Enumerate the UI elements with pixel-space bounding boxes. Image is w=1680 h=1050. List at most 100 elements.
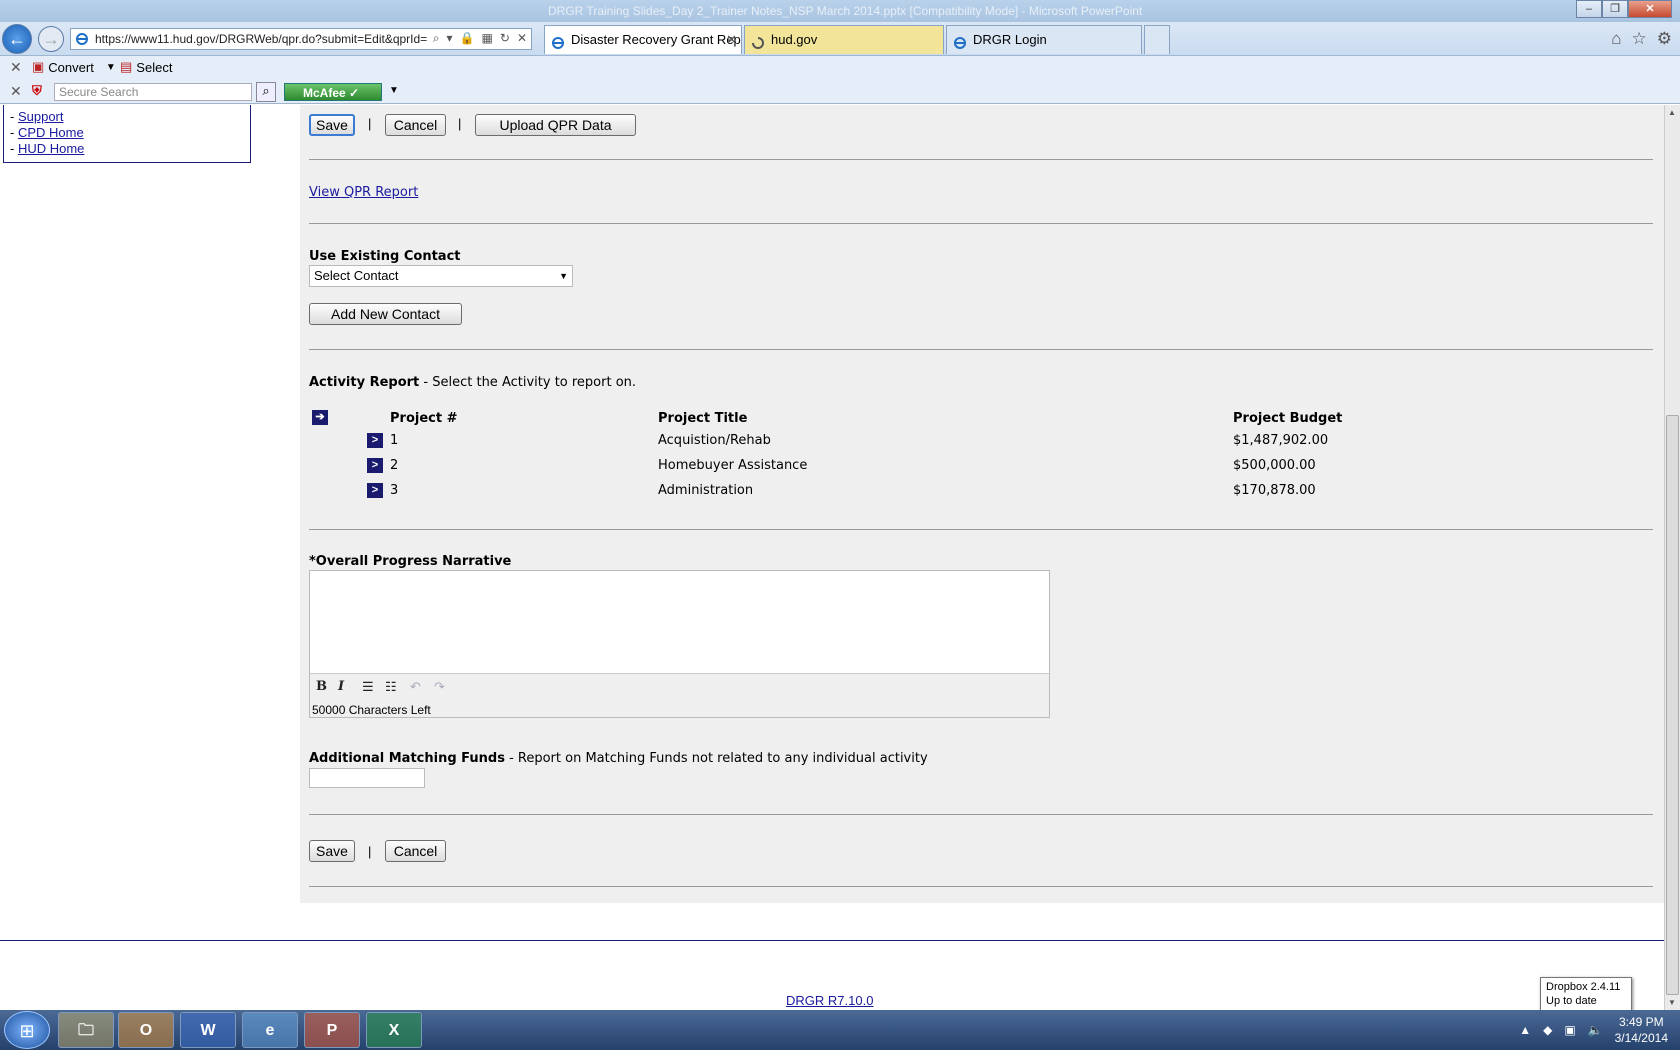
clock-date: 3/14/2014 bbox=[1614, 1031, 1668, 1045]
cancel-button-bottom[interactable]: Cancel bbox=[385, 840, 446, 862]
numbered-list-icon[interactable]: ☷ bbox=[385, 679, 397, 695]
search-icon[interactable]: ⌕ bbox=[256, 82, 276, 102]
left-nav-links: - Support - CPD Home - HUD Home bbox=[3, 105, 251, 163]
select-project-arrow-icon[interactable]: > bbox=[367, 483, 383, 498]
volume-icon[interactable]: 🔈 bbox=[1588, 1023, 1603, 1037]
back-button[interactable]: ← bbox=[2, 24, 32, 54]
scroll-down-icon[interactable]: ▼ bbox=[1668, 998, 1676, 1007]
network-icon[interactable]: ▣ bbox=[1564, 1023, 1575, 1037]
matching-funds-input[interactable] bbox=[309, 768, 425, 788]
column-project-number: Project # bbox=[390, 411, 458, 426]
footer-bar: ⌂ bbox=[0, 940, 1664, 941]
redo-icon[interactable]: ↷ bbox=[434, 679, 445, 695]
project-title: Acquistion/Rehab bbox=[658, 433, 771, 448]
window-title: DRGR Training Slides_Day 2_Trainer Notes… bbox=[548, 4, 1143, 18]
upload-qpr-data-button[interactable]: Upload QPR Data bbox=[475, 114, 636, 136]
expand-all-arrow-icon[interactable]: ➔ bbox=[312, 410, 328, 425]
project-number: 3 bbox=[390, 483, 399, 498]
excel-taskbar-icon[interactable]: X bbox=[366, 1012, 422, 1048]
minimize-button[interactable]: – bbox=[1576, 0, 1602, 18]
tooltip-line: Dropbox 2.4.11 bbox=[1546, 981, 1621, 993]
browser-icons: ⌂ ☆ ⚙ bbox=[1611, 29, 1672, 49]
editor-toolbar: B I ☰ ☷ ↶ ↷ 50000 Characters Left bbox=[310, 673, 1049, 717]
browser-nav-bar: ← → https://www11.hud.gov/DRGRWeb/qpr.do… bbox=[0, 22, 1680, 56]
tab-hud-gov[interactable]: hud.gov bbox=[744, 25, 944, 54]
pdf-select-icon: ▤ bbox=[120, 59, 133, 74]
vertical-scrollbar[interactable]: ▲ ▼ bbox=[1664, 105, 1680, 1010]
dropbox-icon[interactable]: ◆ bbox=[1543, 1023, 1552, 1037]
clock[interactable]: 3:49 PM 3/14/2014 bbox=[1615, 1014, 1668, 1046]
compatibility-icon[interactable]: ▦ bbox=[482, 31, 493, 46]
cpd-home-link[interactable]: CPD Home bbox=[18, 125, 84, 140]
project-title: Homebuyer Assistance bbox=[658, 458, 808, 473]
divider bbox=[309, 814, 1653, 815]
left-nav-item: - HUD Home bbox=[10, 141, 85, 156]
narrative-editor[interactable]: B I ☰ ☷ ↶ ↷ 50000 Characters Left bbox=[309, 570, 1050, 718]
tab-drgr-login[interactable]: DRGR Login bbox=[946, 25, 1142, 54]
home-icon[interactable]: ⌂ bbox=[1611, 29, 1621, 49]
dropdown-arrow-icon[interactable]: ▾ bbox=[447, 31, 453, 46]
contact-select[interactable]: Select Contact ▼ bbox=[309, 265, 573, 287]
save-button-top[interactable]: Save bbox=[309, 114, 355, 136]
scroll-thumb[interactable] bbox=[1666, 415, 1679, 995]
hud-home-link[interactable]: HUD Home bbox=[18, 141, 84, 156]
select-button[interactable]: ▤ Select bbox=[120, 59, 172, 75]
project-number: 1 bbox=[390, 433, 399, 448]
tab-label: Disaster Recovery Grant Rep... bbox=[571, 32, 742, 47]
refresh-icon[interactable]: ↻ bbox=[500, 31, 510, 46]
view-qpr-report-link[interactable]: View QPR Report bbox=[309, 185, 418, 200]
activity-report-instructions: - Select the Activity to report on. bbox=[419, 375, 637, 390]
favorites-star-icon[interactable]: ☆ bbox=[1632, 29, 1647, 49]
internet-explorer-taskbar-icon[interactable]: e bbox=[242, 1012, 298, 1048]
use-existing-contact-label: Use Existing Contact bbox=[309, 249, 461, 264]
scroll-up-icon[interactable]: ▲ bbox=[1668, 108, 1676, 117]
close-toolbar-icon[interactable]: ✕ bbox=[10, 83, 22, 100]
mcafee-button[interactable]: McAfee ✓ bbox=[284, 83, 382, 101]
stop-icon[interactable]: ✕ bbox=[517, 31, 527, 46]
loading-icon bbox=[751, 32, 765, 54]
select-project-arrow-icon[interactable]: > bbox=[367, 433, 383, 448]
undo-icon[interactable]: ↶ bbox=[410, 679, 421, 695]
secure-search-input[interactable]: Secure Search bbox=[54, 83, 252, 101]
select-label: Select bbox=[136, 59, 173, 75]
bulleted-list-icon[interactable]: ☰ bbox=[362, 679, 374, 695]
chevron-down-icon: ▼ bbox=[105, 61, 116, 73]
ie-tab-icon bbox=[551, 32, 565, 54]
qpr-form: Save | Cancel | Upload QPR Data View QPR… bbox=[300, 105, 1664, 903]
cancel-button-top[interactable]: Cancel bbox=[385, 114, 446, 136]
start-button[interactable]: ⊞ bbox=[4, 1011, 50, 1049]
show-hidden-icons-icon[interactable]: ▲ bbox=[1519, 1023, 1531, 1037]
overall-progress-narrative-label: *Overall Progress Narrative bbox=[309, 554, 512, 569]
lock-icon[interactable]: 🔒 bbox=[460, 31, 475, 46]
check-icon: ✓ bbox=[349, 86, 360, 100]
window-titlebar: DRGR Training Slides_Day 2_Trainer Notes… bbox=[0, 0, 1680, 22]
italic-icon[interactable]: I bbox=[338, 679, 344, 694]
convert-button[interactable]: ▣ Convert ▼ bbox=[32, 59, 116, 75]
chevron-down-icon[interactable]: ▼ bbox=[389, 85, 399, 96]
divider bbox=[309, 159, 1653, 160]
outlook-taskbar-icon[interactable]: O bbox=[118, 1012, 174, 1048]
search-icon[interactable]: ⌕ bbox=[433, 31, 440, 46]
close-toolbar-icon[interactable]: ✕ bbox=[10, 59, 22, 76]
drgr-version-link[interactable]: DRGR R7.10.0 bbox=[786, 993, 873, 1008]
close-tab-icon[interactable]: ✕ bbox=[726, 26, 737, 53]
tab-disaster-recovery[interactable]: Disaster Recovery Grant Rep... ✕ bbox=[544, 25, 742, 54]
project-budget: $1,487,902.00 bbox=[1233, 433, 1329, 448]
select-project-arrow-icon[interactable]: > bbox=[367, 458, 383, 473]
support-link[interactable]: Support bbox=[18, 109, 64, 124]
save-button-bottom[interactable]: Save bbox=[309, 840, 355, 862]
system-tray: ▲ ◆ ▣ 🔈 3:49 PM 3/14/2014 bbox=[1519, 1010, 1680, 1050]
new-tab-button[interactable] bbox=[1144, 25, 1170, 54]
restore-button[interactable]: ❐ bbox=[1602, 0, 1628, 18]
mcafee-shield-icon: ⛨ bbox=[32, 83, 42, 98]
add-new-contact-button[interactable]: Add New Contact bbox=[309, 303, 462, 325]
close-window-button[interactable]: ✕ bbox=[1628, 0, 1672, 18]
powerpoint-taskbar-icon[interactable]: P bbox=[304, 1012, 360, 1048]
forward-button[interactable]: → bbox=[38, 26, 64, 52]
explorer-taskbar-icon[interactable]: 🗀 bbox=[58, 1012, 114, 1048]
gear-icon[interactable]: ⚙ bbox=[1657, 29, 1672, 49]
address-bar[interactable]: https://www11.hud.gov/DRGRWeb/qpr.do?sub… bbox=[70, 28, 532, 50]
word-taskbar-icon[interactable]: W bbox=[180, 1012, 236, 1048]
matching-funds-label: Additional Matching Funds bbox=[309, 751, 505, 766]
bold-icon[interactable]: B bbox=[316, 679, 327, 694]
